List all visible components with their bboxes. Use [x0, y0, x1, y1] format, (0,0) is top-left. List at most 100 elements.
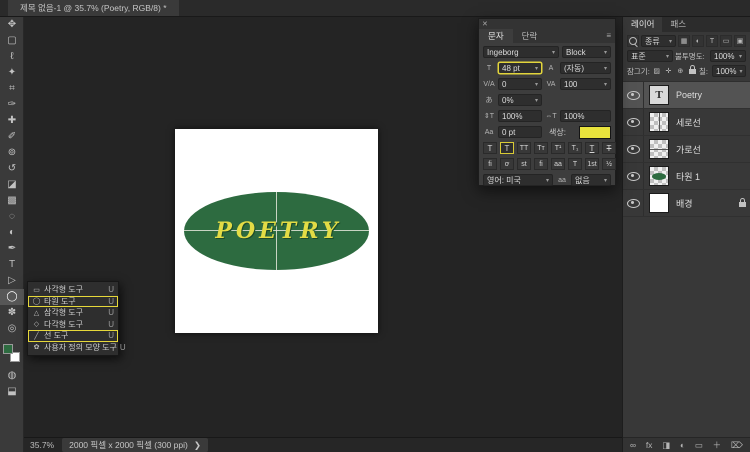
search-icon[interactable]	[627, 35, 639, 47]
antialias-select[interactable]: 없음 ▾	[571, 174, 611, 186]
layer-thumbnail[interactable]	[649, 166, 669, 186]
layer-thumbnail[interactable]	[649, 139, 669, 159]
layer-visibility-toggle[interactable]	[623, 82, 644, 108]
layer-name[interactable]: 타원 1	[676, 170, 746, 183]
lock-all-button[interactable]	[687, 65, 697, 76]
layer-row-vertical-line[interactable]: 세로선	[623, 109, 750, 136]
opacity-select[interactable]: 100% ▾	[710, 50, 746, 62]
path-select-tool[interactable]: ▷	[0, 273, 24, 289]
dodge-tool[interactable]: ◐	[0, 225, 24, 241]
layer-row-poetry[interactable]: T Poetry	[623, 82, 750, 109]
layer-mask-icon[interactable]: ◨	[662, 440, 670, 451]
layer-thumbnail[interactable]	[649, 193, 669, 213]
type-tool[interactable]: T	[0, 257, 24, 273]
text-color-swatch[interactable]	[579, 125, 611, 139]
hand-tool[interactable]: ✽	[0, 305, 24, 321]
pen-tool[interactable]: ✒	[0, 241, 24, 257]
lock-transparent-pixels-button[interactable]: ▨	[652, 67, 662, 75]
layer-thumbnail[interactable]	[649, 112, 669, 132]
layer-filter-type-select[interactable]: 종류 ▾	[641, 35, 676, 47]
language-select[interactable]: 영어: 미국 ▾	[483, 174, 553, 186]
layer-style-fx-icon[interactable]: fx	[646, 440, 653, 450]
faux-italic-button[interactable]: T	[500, 142, 514, 154]
font-size-input[interactable]: 48 pt ▾	[498, 62, 542, 74]
small-caps-button[interactable]: Tᴛ	[534, 142, 548, 154]
discretionary-ligatures-button[interactable]: st	[517, 158, 531, 170]
fractions-button[interactable]: ½	[602, 158, 616, 170]
adjustment-filter-icon[interactable]: ◐	[692, 35, 704, 47]
all-caps-button[interactable]: TT	[517, 142, 531, 154]
adjustment-layer-icon[interactable]: ◐	[680, 440, 685, 450]
pixel-filter-icon[interactable]: ▦	[678, 35, 690, 47]
baseline-shift-input[interactable]: 0 pt	[498, 126, 542, 138]
layer-visibility-toggle[interactable]	[623, 136, 644, 162]
brush-tool[interactable]: ✐	[0, 129, 24, 145]
document-canvas[interactable]: POETRY	[175, 129, 378, 333]
layer-visibility-toggle[interactable]	[623, 163, 644, 189]
document-info-chip[interactable]: 2000 픽셀 x 2000 픽셀 (300 ppi) ❯	[62, 438, 208, 452]
shape-tool[interactable]: ◯	[0, 289, 24, 305]
delete-layer-icon[interactable]: ⌦	[731, 440, 743, 451]
superscript-button[interactable]: T¹	[551, 142, 565, 154]
flyout-item-line-tool[interactable]: ╱ 선 도구 U	[28, 330, 118, 342]
new-layer-icon[interactable]: ＋	[713, 439, 722, 451]
foreground-color-swatch[interactable]	[3, 344, 13, 354]
move-tool[interactable]: ✥	[0, 17, 24, 33]
layer-row-horizontal-line[interactable]: 가로선	[623, 136, 750, 163]
eyedropper-tool[interactable]: ✑	[0, 97, 24, 113]
kerning-select[interactable]: 0 ▾	[498, 78, 542, 90]
layer-name[interactable]: Poetry	[676, 90, 746, 100]
strikethrough-button[interactable]: T	[602, 142, 616, 154]
layer-name[interactable]: 가로선	[676, 143, 746, 156]
lasso-tool[interactable]: ℓ	[0, 49, 24, 65]
swash-button[interactable]: ﬁ	[534, 158, 548, 170]
link-layers-icon[interactable]: ∞	[630, 440, 636, 450]
healing-brush-tool[interactable]: ✚	[0, 113, 24, 129]
flyout-item-custom-shape-tool[interactable]: ✿ 사용자 정의 모양 도구 U	[28, 342, 126, 354]
text-layer-thumbnail[interactable]: T	[649, 85, 669, 105]
gradient-tool[interactable]: ▩	[0, 193, 24, 209]
blur-tool[interactable]: ◌	[0, 209, 24, 225]
document-tab[interactable]: 제목 없음-1 @ 35.7% (Poetry, RGB/8) *	[8, 0, 179, 16]
blend-mode-select[interactable]: 표준 ▾	[627, 50, 673, 62]
font-family-select[interactable]: Ingeborg ▾	[483, 46, 559, 58]
new-group-icon[interactable]: ▭	[695, 440, 703, 451]
faux-bold-button[interactable]: T	[483, 142, 497, 154]
layer-name[interactable]: 배경	[676, 197, 739, 210]
ordinals-button[interactable]: 1st	[585, 158, 599, 170]
poetry-text[interactable]: POETRY	[184, 192, 369, 270]
tab-paragraph[interactable]: 단락	[513, 29, 547, 43]
horizontal-scale-input[interactable]: 100%	[560, 110, 611, 122]
clone-stamp-tool[interactable]: ⊚	[0, 145, 24, 161]
smart-object-filter-icon[interactable]: ▣	[734, 35, 746, 47]
tab-paths[interactable]: 패스	[662, 17, 694, 32]
tab-character[interactable]: 문자	[479, 29, 513, 43]
fill-select[interactable]: 100% ▾	[712, 65, 746, 77]
type-filter-icon[interactable]: T	[706, 35, 718, 47]
leading-select[interactable]: (자동) ▾	[560, 62, 611, 74]
ligatures-button[interactable]: fi	[483, 158, 497, 170]
zoom-level-field[interactable]: 35.7%	[30, 440, 54, 450]
layer-visibility-toggle[interactable]	[623, 190, 644, 216]
font-style-select[interactable]: Block ▾	[562, 46, 611, 58]
flyout-item-rectangle-tool[interactable]: ▭ 사각형 도구 U	[28, 284, 118, 296]
magic-wand-tool[interactable]: ✦	[0, 65, 24, 81]
lock-image-pixels-button[interactable]: ✛	[664, 67, 674, 75]
eraser-tool[interactable]: ◪	[0, 177, 24, 193]
crop-tool[interactable]: ⌗	[0, 81, 24, 97]
subscript-button[interactable]: T₁	[568, 142, 582, 154]
flyout-item-ellipse-tool[interactable]: ◯ 타원 도구 U	[28, 296, 118, 308]
layer-visibility-toggle[interactable]	[623, 109, 644, 135]
tab-layers[interactable]: 레이어	[623, 17, 663, 32]
stylistic-alternates-button[interactable]: aa	[551, 158, 565, 170]
underline-button[interactable]: T	[585, 142, 599, 154]
layer-name[interactable]: 세로선	[676, 116, 746, 129]
layer-row-ellipse[interactable]: 타원 1	[623, 163, 750, 190]
flyout-item-triangle-tool[interactable]: △ 삼각형 도구 U	[28, 307, 118, 319]
titling-alternates-button[interactable]: T	[568, 158, 582, 170]
zoom-tool[interactable]: ◎	[0, 321, 24, 337]
vertical-scale-input[interactable]: 100%	[498, 110, 542, 122]
tsume-select[interactable]: 0% ▾	[498, 94, 542, 106]
close-icon[interactable]: ✕	[482, 20, 488, 28]
screen-mode-button[interactable]: ⬓	[0, 384, 24, 400]
